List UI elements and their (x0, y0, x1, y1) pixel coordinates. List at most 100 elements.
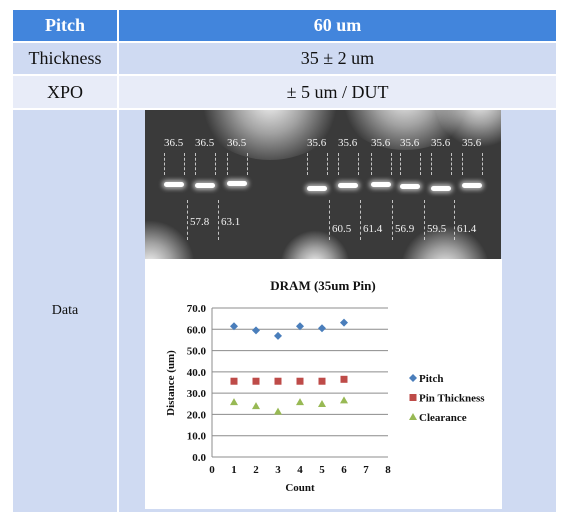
measure-guide (164, 153, 165, 175)
y-tick-label: 30.0 (187, 388, 207, 400)
measure-guide (400, 153, 401, 175)
measure-guide (218, 200, 219, 240)
x-tick-label: 8 (385, 464, 391, 476)
x-tick-label: 2 (253, 464, 259, 476)
y-tick-label: 60.0 (187, 324, 207, 336)
x-tick-label: 3 (275, 464, 281, 476)
legend-marker-pin-thickness (409, 394, 417, 401)
pin (164, 182, 184, 187)
header-value-pitch: 60 um (119, 10, 556, 41)
row-label-data: Data (13, 110, 117, 512)
measure-guide (307, 153, 308, 175)
thickness-label: 35.6 (371, 137, 391, 149)
measure-guide (184, 153, 185, 175)
thickness-label: 36.5 (195, 137, 215, 149)
measure-guide (215, 153, 216, 175)
pitch-label: 61.4 (363, 223, 383, 235)
measure-guide (227, 153, 228, 175)
measure-guide (462, 153, 463, 175)
thickness-label: 35.6 (400, 137, 420, 149)
data-point-pin-thickness (230, 377, 238, 385)
thickness-label: 35.6 (338, 137, 358, 149)
pitch-label: 63.1 (221, 216, 241, 228)
measure-guide (424, 200, 425, 240)
thickness-label: 35.6 (307, 137, 327, 149)
data-point-clearance (340, 396, 348, 404)
legend-marker-clearance (409, 413, 417, 420)
y-tick-label: 0.0 (192, 452, 206, 464)
data-point-clearance (230, 398, 238, 406)
measure-guide (358, 153, 359, 175)
measure-guide (392, 200, 393, 240)
data-point-clearance (296, 398, 304, 406)
thickness-label: 35.6 (462, 137, 482, 149)
pitch-label: 56.9 (395, 223, 415, 235)
x-tick-label: 5 (319, 464, 325, 476)
y-tick-label: 40.0 (187, 367, 207, 379)
data-point-clearance (252, 402, 260, 410)
data-point-pin-thickness (274, 377, 282, 385)
pin (307, 186, 327, 191)
measure-guide (329, 200, 330, 240)
row-value-thickness: 35 ± 2 um (119, 43, 556, 74)
x-tick-label: 1 (231, 464, 237, 476)
x-axis-label: Count (285, 482, 315, 494)
data-point-pitch (340, 318, 348, 327)
y-tick-label: 20.0 (187, 409, 207, 421)
thickness-label: 36.5 (227, 137, 247, 149)
chart-svg: DRAM (35um Pin) Distance (um) Count 0.0 1… (165, 278, 485, 494)
measure-guide (454, 200, 455, 240)
measure-guide (360, 200, 361, 240)
x-tick-label: 7 (363, 464, 369, 476)
x-tick-label: 0 (209, 464, 215, 476)
photo-glow (195, 110, 345, 160)
data-point-clearance (274, 407, 282, 415)
pin (400, 184, 420, 189)
dram-chart: DRAM (35um Pin) Distance (um) Count 0.0 1… (145, 259, 502, 509)
data-point-pitch (318, 324, 326, 333)
pitch-label: 61.4 (457, 223, 477, 235)
x-tick-label: 6 (341, 464, 347, 476)
legend-marker-pitch (409, 374, 417, 382)
pitch-label: 59.5 (427, 223, 447, 235)
y-tick-label: 10.0 (187, 431, 207, 443)
chart-title: DRAM (35um Pin) (270, 278, 375, 293)
measure-guide (482, 153, 483, 175)
legend-label: Clearance (419, 412, 467, 424)
pin (195, 183, 215, 188)
measure-guide (247, 153, 248, 175)
y-tick-label: 70.0 (187, 303, 207, 315)
data-point-pin-thickness (296, 377, 304, 385)
data-point-clearance (318, 399, 326, 407)
measure-guide (391, 153, 392, 175)
thickness-label: 36.5 (164, 137, 184, 149)
data-point-pin-thickness (340, 375, 348, 383)
data-point-pitch (252, 326, 260, 335)
row-label-thickness: Thickness (13, 43, 117, 74)
pitch-label: 60.5 (332, 223, 352, 235)
measure-guide (431, 153, 432, 175)
table-header-row: Pitch 60 um (13, 10, 556, 41)
measure-guide (420, 153, 421, 175)
pin (371, 182, 391, 187)
legend-label: Pitch (419, 373, 443, 385)
y-axis-label: Distance (um) (165, 350, 177, 416)
pin (338, 183, 358, 188)
thickness-label: 35.6 (431, 137, 451, 149)
data-point-pitch (274, 331, 282, 340)
table-row-xpo: XPO ± 5 um / DUT (13, 76, 556, 108)
pitch-label: 57.8 (190, 216, 210, 228)
measure-guide (338, 153, 339, 175)
y-tick-label: 50.0 (187, 346, 207, 358)
table-row-thickness: Thickness 35 ± 2 um (13, 43, 556, 74)
measure-guide (195, 153, 196, 175)
pin (462, 183, 482, 188)
measure-guide (371, 153, 372, 175)
pin (431, 186, 451, 191)
row-value-xpo: ± 5 um / DUT (119, 76, 556, 108)
legend-label: Pin Thickness (419, 393, 485, 405)
x-tick-label: 4 (297, 464, 303, 476)
header-label-pitch: Pitch (13, 10, 117, 41)
measure-guide (187, 200, 188, 240)
pin (227, 181, 247, 186)
